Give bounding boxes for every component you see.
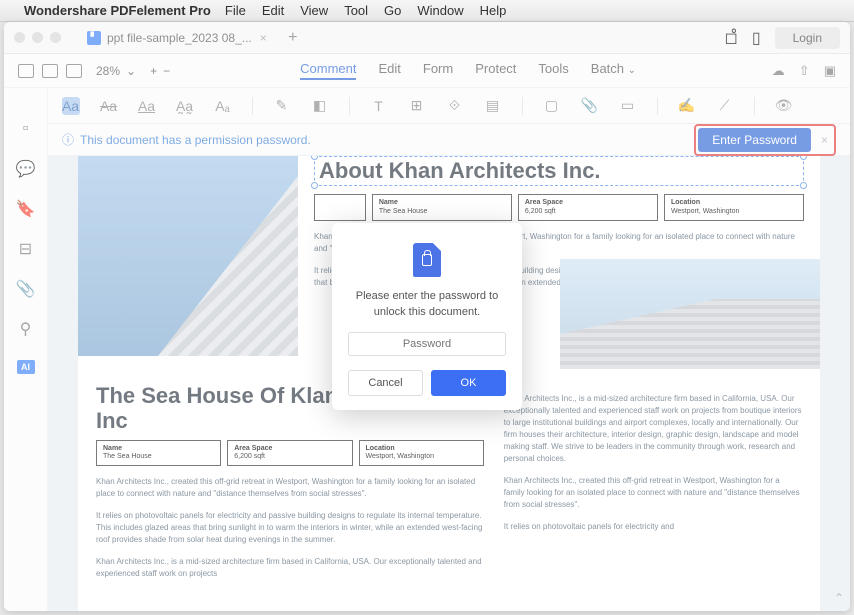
menu-file[interactable]: File [225, 3, 246, 18]
menu-window[interactable]: Window [417, 3, 463, 18]
ok-button[interactable]: OK [431, 370, 506, 396]
menu-tool[interactable]: Tool [344, 3, 368, 18]
password-input[interactable] [348, 332, 506, 356]
password-dialog: Please enter the password to unlock this… [332, 223, 522, 410]
menu-edit[interactable]: Edit [262, 3, 284, 18]
menu-help[interactable]: Help [480, 3, 507, 18]
menu-go[interactable]: Go [384, 3, 401, 18]
cancel-button[interactable]: Cancel [348, 370, 423, 396]
menu-view[interactable]: View [300, 3, 328, 18]
app-window: ▘ ppt file-sample_2023 08_... × + ◻̊ ▯ L… [4, 22, 850, 611]
modal-overlay: Please enter the password to unlock this… [4, 22, 850, 611]
dialog-message: Please enter the password to unlock this… [348, 289, 506, 320]
app-name[interactable]: Wondershare PDFelement Pro [24, 3, 211, 18]
lock-document-icon [413, 243, 441, 277]
macos-menubar: Wondershare PDFelement Pro File Edit Vie… [0, 0, 854, 22]
